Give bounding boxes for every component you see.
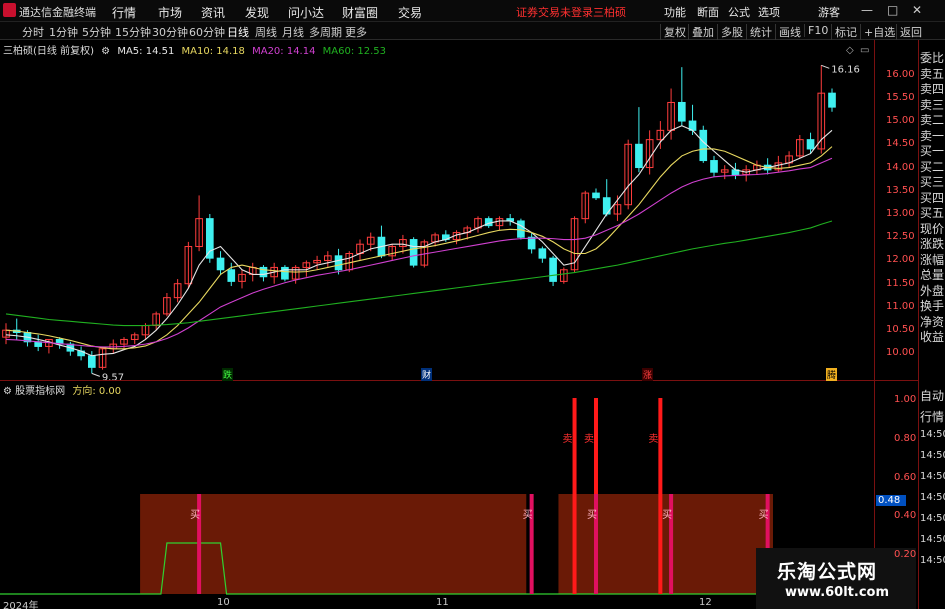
signal-marker (669, 494, 674, 594)
price-tick-label: 13.00 (886, 208, 915, 219)
price-tick-label: 14.50 (886, 138, 915, 150)
indicator-tick-label: 0.48 (876, 494, 906, 506)
ma-line-ma20 (5, 157, 833, 348)
tool-back[interactable]: 返回 (896, 24, 922, 40)
buy-marker: 买 (587, 509, 597, 521)
direction-label: 方向: 0.00 (72, 386, 122, 397)
quote-panel-item: 14:50 (920, 534, 945, 545)
price-tick-label: 14.00 (886, 161, 915, 173)
axis-divider (874, 40, 875, 609)
x-label-dec: 12 (699, 597, 712, 608)
candle (806, 139, 815, 150)
candle (592, 192, 600, 199)
sub-chart-header: ⚙ 股票指标网 方向: 0.00 (0, 382, 121, 397)
price-tick-label: 10.50 (886, 324, 915, 336)
high-price-label: 16.16 (831, 64, 860, 75)
event-finance-badge[interactable]: 财 (421, 368, 433, 381)
candle (205, 218, 214, 259)
high-marker-line (821, 64, 830, 69)
candle (635, 143, 643, 169)
signal-bar (572, 398, 577, 594)
price-tick-label: 12.00 (886, 254, 915, 266)
signal-marker (197, 494, 202, 594)
buy-marker: 买 (190, 509, 200, 521)
signal-zone (558, 494, 773, 594)
sell-marker: 卖 (563, 433, 573, 445)
indicator-tick-label: 1.00 (894, 394, 917, 405)
signal-marker (529, 494, 534, 594)
quote-panel-item: 委比 (920, 51, 945, 65)
price-tick-label: 15.00 (886, 115, 915, 127)
signal-bar (658, 398, 663, 594)
price-tick-label: 13.50 (886, 184, 915, 196)
candle (517, 220, 525, 238)
signal-marker (594, 494, 598, 594)
candle (216, 257, 225, 271)
indicator-title: 股票指标网 (15, 386, 66, 397)
event-fall-badge[interactable]: 跌 (222, 368, 234, 381)
buy-marker: 买 (523, 509, 533, 521)
candle (527, 236, 536, 250)
ma-line-ma5 (5, 125, 833, 357)
buy-marker: 买 (662, 509, 672, 521)
price-tick-label: 11.00 (886, 300, 915, 312)
kline-chart[interactable]: 卖卖卖买买买买买16.169.57◇ ▭ (0, 0, 875, 609)
candle (699, 129, 708, 162)
candle (227, 269, 236, 282)
window-icon: ▭ (860, 45, 869, 56)
maximize-icon[interactable]: □ (887, 3, 898, 17)
ma-line-ma60 (5, 220, 833, 327)
pane-divider (0, 380, 918, 381)
candle (281, 266, 289, 280)
candle (710, 160, 718, 173)
diamond-icon: ◇ (846, 45, 854, 56)
indicator-tick-label: 0.80 (894, 432, 917, 444)
buy-marker: 买 (759, 509, 769, 521)
quote-panel-item: 14:50 (920, 492, 945, 503)
candle (538, 248, 547, 259)
indicator-tick-label: 0.40 (894, 510, 917, 522)
watermark-url: www.60lt.com (785, 585, 890, 600)
ma-line-ma10 (5, 146, 833, 350)
x-label-year: 2024年 (3, 601, 39, 609)
candle (828, 92, 836, 108)
candle (549, 257, 557, 282)
price-tick-label: 10.00 (886, 347, 915, 359)
event-tencent-badge[interactable]: 腾 (826, 368, 838, 381)
tdx-window: 通达信金融终端 行情 市场 资讯 发现 问小达 财富圈 交易 证券交易未登录 三… (0, 0, 945, 609)
sell-marker: 卖 (584, 433, 594, 445)
price-tick-label: 16.00 (886, 68, 915, 80)
indicator-tick-label: 0.60 (894, 471, 917, 483)
indicator-tick-label: 0.20 (894, 549, 917, 561)
candle (409, 239, 418, 266)
indicator-settings-icon[interactable]: ⚙ (3, 386, 12, 397)
price-tick-label: 12.50 (886, 231, 915, 243)
event-rise-badge[interactable]: 涨 (642, 368, 654, 381)
close-icon[interactable]: ✕ (912, 3, 922, 17)
watermark-title: 乐淘公式网 (777, 561, 878, 583)
x-label-oct: 10 (217, 597, 230, 608)
quote-panel-item[interactable]: 行情 (920, 408, 944, 425)
candle (87, 355, 96, 368)
low-marker-line (91, 372, 100, 377)
watermark: 乐淘公式网 www.60lt.com (756, 548, 916, 609)
price-tick-label: 15.50 (886, 91, 915, 103)
candle (677, 101, 686, 122)
sell-marker: 卖 (648, 433, 658, 445)
candle (334, 255, 343, 271)
price-tick-label: 11.50 (886, 277, 915, 289)
x-label-nov: 11 (436, 597, 449, 608)
quote-panel-item: 14:50 (920, 450, 945, 461)
